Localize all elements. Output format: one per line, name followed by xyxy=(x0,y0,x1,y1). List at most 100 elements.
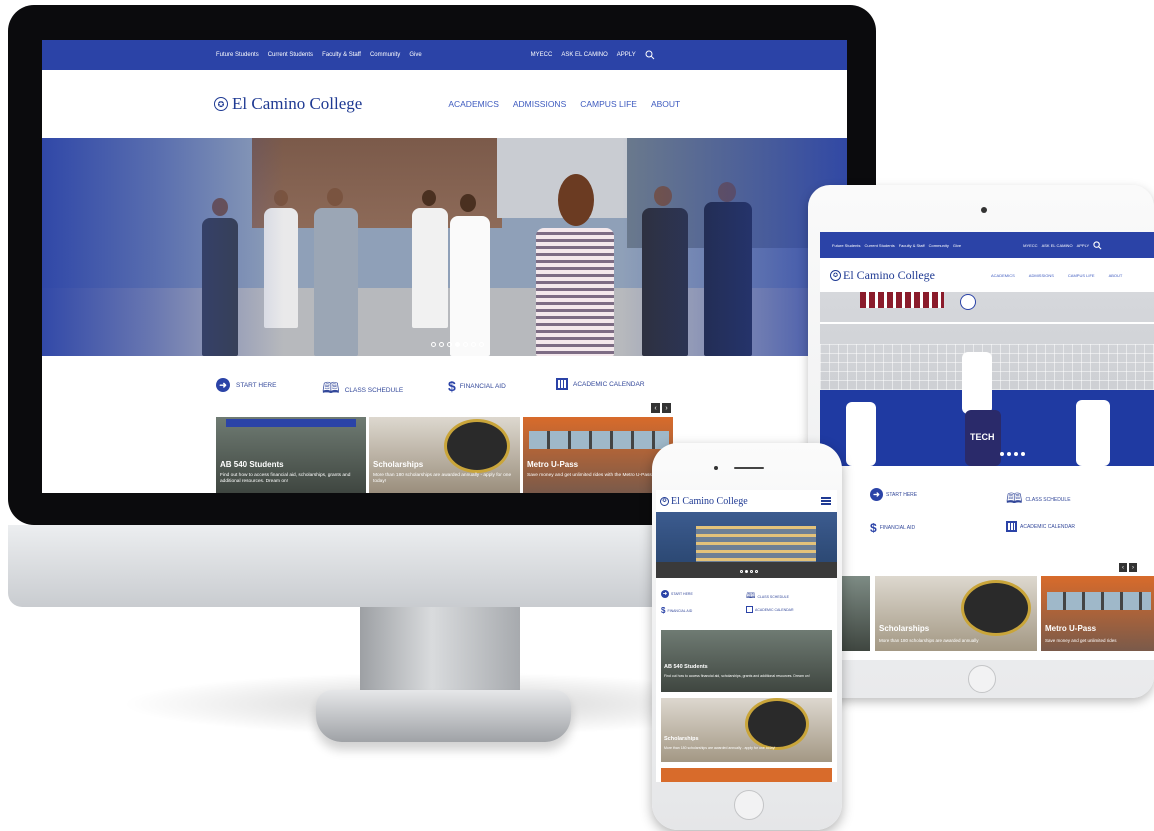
quicklink-class-schedule[interactable]: 🕮 CLASS SCHEDULE xyxy=(322,378,403,403)
quicklink-financial-aid[interactable]: $ FINANCIAL AID xyxy=(870,521,915,535)
nav-faculty-staff[interactable]: Faculty & Staff xyxy=(322,52,361,58)
nav-ask-el-camino[interactable]: ASK EL CAMINO xyxy=(1042,243,1073,248)
carousel-dot[interactable] xyxy=(740,570,743,573)
dollar-icon: $ xyxy=(661,606,666,615)
carousel-dots xyxy=(431,342,484,347)
monitor-stand-neck xyxy=(360,607,520,699)
quicklink-start-here[interactable]: ➜ START HERE xyxy=(661,590,693,598)
nav-future-students[interactable]: Future Students xyxy=(216,52,259,58)
search-icon[interactable] xyxy=(645,50,655,60)
quicklink-academic-calendar[interactable]: ACADEMIC CALENDAR xyxy=(746,606,794,613)
menu-icon[interactable] xyxy=(821,497,831,505)
carousel-dot[interactable] xyxy=(463,342,468,347)
quicklink-academic-calendar[interactable]: ACADEMIC CALENDAR xyxy=(556,378,645,390)
player-figure xyxy=(962,352,992,414)
carousel-dot[interactable] xyxy=(431,342,436,347)
carousel-dots xyxy=(740,570,758,573)
card-scholarships[interactable]: Scholarships More than 180 scholarships … xyxy=(661,698,832,762)
medal-icon xyxy=(444,419,510,473)
quicklink-label: FINANCIAL AID xyxy=(667,608,693,613)
card-scholarships[interactable]: Scholarships More than 180 scholarships … xyxy=(369,417,520,493)
college-seal-icon: ✪ xyxy=(214,97,228,111)
nav-admissions[interactable]: ADMISSIONS xyxy=(513,99,566,109)
card-ab540[interactable]: AB 540 Students Find out how to access f… xyxy=(216,417,366,493)
site-logo[interactable]: ✪ El Camino College xyxy=(660,496,748,507)
card-description: More than 180 scholarships are awarded a… xyxy=(879,638,979,643)
quicklink-label: START HERE xyxy=(886,491,918,498)
carousel-dot[interactable] xyxy=(455,342,460,347)
arrow-right-icon: ➜ xyxy=(661,590,669,598)
quicklink-financial-aid[interactable]: $ FINANCIAL AID xyxy=(661,606,692,615)
carousel-dot[interactable] xyxy=(479,342,484,347)
nav-faculty-staff[interactable]: Faculty & Staff xyxy=(899,243,925,248)
nav-community[interactable]: Community xyxy=(929,243,949,248)
carousel-dot[interactable] xyxy=(471,342,476,347)
nav-myecc[interactable]: MYECC xyxy=(1023,243,1037,248)
quicklink-start-here[interactable]: ➜ START HERE xyxy=(870,488,917,501)
carousel-dot[interactable] xyxy=(745,570,748,573)
college-seal-icon: ✪ xyxy=(830,269,841,281)
hero-carousel[interactable]: TECH xyxy=(820,292,1154,466)
card-metro-upass[interactable]: Metro U-Pass Save money and get unlimite… xyxy=(523,417,673,493)
carousel-next-button[interactable]: › xyxy=(662,403,671,413)
calendar-icon xyxy=(1006,521,1017,532)
nav-apply[interactable]: APPLY xyxy=(1077,243,1090,248)
arrow-right-icon: ➜ xyxy=(870,488,883,501)
card-metro-upass[interactable]: Metro U-Pass Save money and get unlimite… xyxy=(1041,576,1154,651)
quicklink-class-schedule[interactable]: 🕮 CLASS SCHEDULE xyxy=(746,590,789,604)
tablet-home-button[interactable] xyxy=(968,665,996,693)
quicklink-start-here[interactable]: ➜ START HERE xyxy=(216,378,276,392)
carousel-dot[interactable] xyxy=(750,570,753,573)
nav-give[interactable]: Give xyxy=(953,243,961,248)
nav-future-students[interactable]: Future Students xyxy=(832,243,860,248)
carousel-dot[interactable] xyxy=(1007,452,1011,456)
nav-about[interactable]: ABOUT xyxy=(651,99,680,109)
carousel-dot[interactable] xyxy=(1021,452,1025,456)
nav-community[interactable]: Community xyxy=(370,52,400,58)
quicklink-label: START HERE xyxy=(671,592,693,596)
carousel-next-button[interactable]: › xyxy=(1129,563,1137,572)
quicklink-class-schedule[interactable]: 🕮 CLASS SCHEDULE xyxy=(1006,488,1071,512)
site-logo[interactable]: ✪ El Camino College xyxy=(830,268,935,283)
quicklink-label: FINANCIAL AID xyxy=(459,382,506,390)
site-logo[interactable]: ✪ El Camino College xyxy=(214,94,362,114)
nav-academics[interactable]: ACADEMICS xyxy=(991,273,1015,278)
quicklink-financial-aid[interactable]: $ FINANCIAL AID xyxy=(448,378,506,394)
card-scholarships[interactable]: Scholarships More than 180 scholarships … xyxy=(875,576,1037,651)
nav-apply[interactable]: APPLY xyxy=(617,52,636,58)
carousel-dot[interactable] xyxy=(439,342,444,347)
nav-campus-life[interactable]: CAMPUS LIFE xyxy=(1068,273,1095,278)
card-metro-upass[interactable] xyxy=(661,768,832,782)
card-ab540[interactable]: AB 540 Students Find out how to access f… xyxy=(661,630,832,692)
carousel-prev-button[interactable]: ‹ xyxy=(1119,563,1127,572)
quicklink-label: ACADEMIC CALENDAR xyxy=(1020,523,1076,530)
nav-current-students[interactable]: Current Students xyxy=(864,243,894,248)
nav-current-students[interactable]: Current Students xyxy=(268,52,313,58)
card-description: Save money and get unlimited rides with … xyxy=(527,473,654,478)
utility-nav: Future Students Current Students Faculty… xyxy=(820,232,1154,258)
carousel-dot[interactable] xyxy=(1014,452,1018,456)
nav-admissions[interactable]: ADMISSIONS xyxy=(1029,273,1054,278)
quicklink-label: FINANCIAL AID xyxy=(879,525,916,531)
banner-stripes xyxy=(860,292,944,308)
nav-ask-el-camino[interactable]: ASK EL CAMINO xyxy=(561,52,607,58)
nav-academics[interactable]: ACADEMICS xyxy=(448,99,499,109)
phone-speaker xyxy=(734,467,764,469)
phone-home-button[interactable] xyxy=(734,790,764,820)
nav-give[interactable]: Give xyxy=(409,52,421,58)
search-icon[interactable] xyxy=(1093,240,1102,250)
quicklink-academic-calendar[interactable]: ACADEMIC CALENDAR xyxy=(1006,521,1075,532)
quicklink-label: CLASS SCHEDULE xyxy=(1025,497,1071,503)
carousel-prev-button[interactable]: ‹ xyxy=(651,403,660,413)
nav-campus-life[interactable]: CAMPUS LIFE xyxy=(580,99,637,109)
hero-carousel[interactable] xyxy=(42,138,847,356)
carousel-dot[interactable] xyxy=(755,570,758,573)
nav-myecc[interactable]: MYECC xyxy=(531,52,553,58)
hero-carousel[interactable] xyxy=(656,512,837,578)
dollar-icon: $ xyxy=(448,378,456,394)
card-description: Find out how to access financial aid, sc… xyxy=(220,473,351,484)
nav-about[interactable]: ABOUT xyxy=(1109,273,1123,278)
calendar-icon xyxy=(556,378,568,390)
carousel-dot[interactable] xyxy=(447,342,452,347)
carousel-dot[interactable] xyxy=(1000,452,1004,456)
